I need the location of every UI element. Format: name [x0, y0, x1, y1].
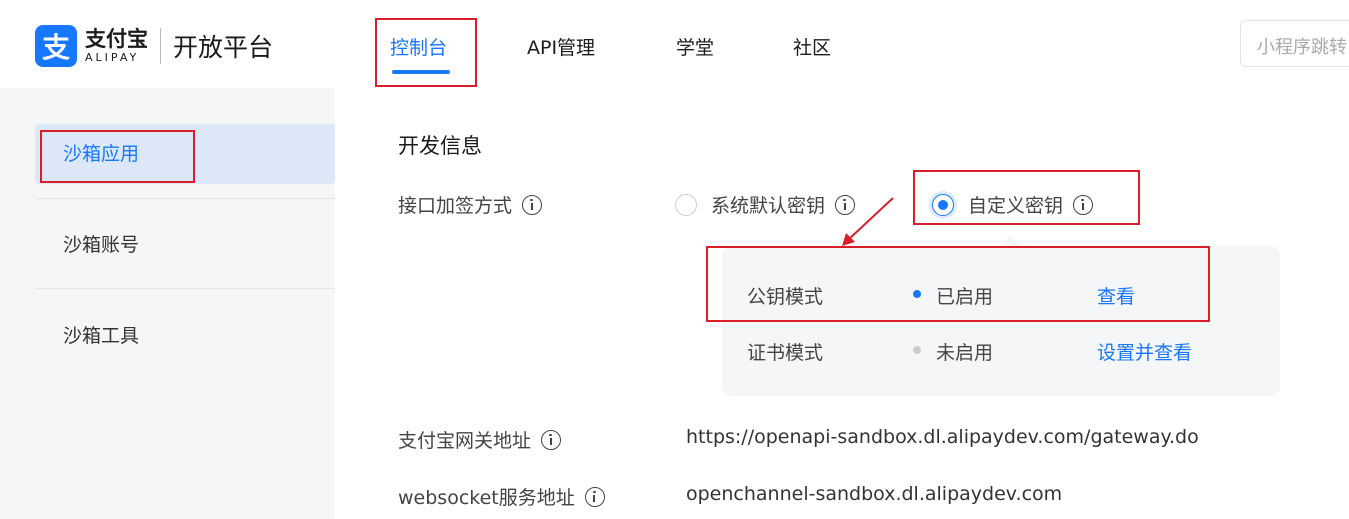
- nav-active-indicator: [392, 70, 450, 74]
- status-disabled-dot: [913, 346, 921, 354]
- cert-mode-label: 证书模式: [747, 342, 824, 364]
- logo-wordmark: 支付宝 ALIPAY: [85, 27, 148, 65]
- sign-method-label: 接口加签方式: [398, 191, 543, 218]
- key-mode-panel: 公钥模式 已启用 查看 证书模式 未启用 设置并查看: [722, 246, 1280, 396]
- info-icon[interactable]: [1073, 194, 1094, 215]
- main-content: 开发信息 接口加签方式 系统默认密钥 自定义密钥 公钥模式 已启用 查看 证书模…: [335, 88, 1349, 519]
- info-icon[interactable]: [584, 486, 605, 507]
- cert-mode-status: 未启用: [936, 342, 994, 364]
- sidebar-item-sandbox-account[interactable]: 沙箱账号: [35, 215, 335, 275]
- sidebar-divider: [35, 198, 335, 199]
- search-input[interactable]: 小程序跳转: [1240, 20, 1349, 67]
- gateway-url: https://openapi-sandbox.dl.alipaydev.com…: [686, 426, 1199, 448]
- logo-cn-text: 支付宝: [85, 27, 148, 51]
- gateway-label-text: 支付宝网关地址: [398, 430, 532, 452]
- public-key-mode-status: 已启用: [936, 286, 994, 308]
- logo-en-text: ALIPAY: [85, 51, 140, 64]
- websocket-url: openchannel-sandbox.dl.alipaydev.com: [686, 483, 1063, 505]
- nav-console[interactable]: 控制台: [390, 33, 447, 60]
- top-header: 支 支付宝 ALIPAY 开放平台 控制台 API管理 学堂 社区 小程序跳转: [0, 0, 1349, 88]
- panel-caret: [1000, 236, 1020, 246]
- info-icon[interactable]: [541, 429, 562, 450]
- radio-default-key[interactable]: 系统默认密钥: [675, 191, 856, 218]
- websocket-label-text: websocket服务地址: [398, 487, 575, 509]
- radio-custom-key[interactable]: 自定义密钥: [932, 191, 1094, 218]
- status-enabled-dot: [913, 290, 921, 298]
- nav-community[interactable]: 社区: [793, 33, 831, 60]
- nav-academy[interactable]: 学堂: [676, 33, 714, 60]
- radio-custom-key-label: 自定义密钥: [968, 195, 1064, 217]
- platform-title: 开放平台: [173, 33, 274, 62]
- alipay-logo-icon: 支: [35, 25, 77, 67]
- alipay-logo[interactable]: 支 支付宝 ALIPAY 开放平台: [35, 25, 273, 67]
- info-icon[interactable]: [835, 194, 856, 215]
- logo-divider: [160, 28, 161, 64]
- sidebar: 沙箱应用 沙箱账号 沙箱工具: [0, 88, 335, 519]
- sign-method-label-text: 接口加签方式: [398, 195, 513, 217]
- radio-circle[interactable]: [675, 193, 697, 216]
- sidebar-divider: [35, 288, 335, 289]
- section-title: 开发信息: [398, 134, 482, 158]
- sidebar-item-sandbox-app[interactable]: 沙箱应用: [35, 124, 335, 184]
- view-public-key-link[interactable]: 查看: [1097, 282, 1135, 309]
- gateway-label: 支付宝网关地址: [398, 426, 562, 453]
- sidebar-item-sandbox-tools[interactable]: 沙箱工具: [35, 306, 335, 366]
- public-key-mode-label: 公钥模式: [747, 286, 824, 308]
- setup-cert-link[interactable]: 设置并查看: [1097, 338, 1192, 365]
- nav-api-management[interactable]: API管理: [527, 33, 595, 60]
- websocket-label: websocket服务地址: [398, 483, 605, 510]
- info-icon[interactable]: [522, 194, 543, 215]
- radio-circle-checked[interactable]: [932, 193, 954, 216]
- radio-default-key-label: 系统默认密钥: [711, 195, 826, 217]
